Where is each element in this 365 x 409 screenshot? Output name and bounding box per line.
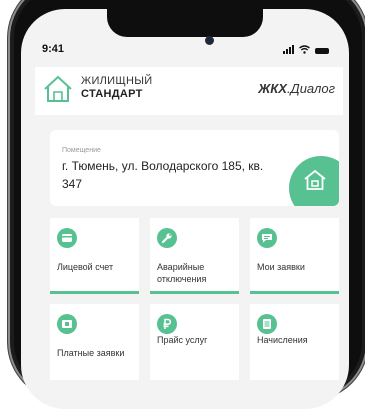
tile-indicator: [150, 291, 239, 294]
notch: [107, 9, 263, 37]
status-time: 9:41: [42, 43, 65, 55]
tile-my-requests[interactable]: Мои заявки: [250, 218, 339, 294]
address-card[interactable]: Помещение г. Тюмень, ул. Володарского 18…: [50, 130, 339, 206]
app-header: ЖИЛИЩНЫЙ СТАНДАРТ ЖКХ.Диалог: [35, 67, 343, 115]
card-icon: [57, 228, 77, 248]
app-name: ЖКХ.Диалог: [258, 81, 335, 96]
chat-icon: [257, 228, 277, 248]
wrench-icon: [157, 228, 177, 248]
app-name-rest: .Диалог: [286, 81, 335, 96]
tile-label: Мои заявки: [257, 262, 305, 272]
house-icon: [304, 169, 326, 190]
house-logo-icon: [44, 75, 72, 102]
tile-paid-requests[interactable]: Платные заявки: [50, 304, 139, 380]
house-button[interactable]: [289, 156, 339, 206]
brand-name-bottom: СТАНДАРТ: [81, 88, 143, 100]
tile-charges[interactable]: Начисления: [250, 304, 339, 380]
brand-name-top: ЖИЛИЩНЫЙ: [81, 75, 153, 87]
status-icons: [283, 45, 329, 54]
tile-label: Платные заявки: [57, 348, 125, 358]
camera-dot: [206, 37, 213, 44]
app-name-bold: ЖКХ: [258, 81, 287, 96]
wifi-icon: [299, 45, 310, 54]
tile-label: Прайс услуг: [157, 335, 208, 345]
tile-indicator: [50, 291, 139, 294]
tile-account[interactable]: Лицевой счет: [50, 218, 139, 294]
ruble-icon: [157, 314, 177, 334]
tile-label: Начисления: [257, 335, 308, 345]
tile-indicator: [250, 291, 339, 294]
signal-icon: [283, 45, 294, 54]
tile-outages[interactable]: Аварийные отключения: [150, 218, 239, 294]
address-text: г. Тюмень, ул. Володарского 185, кв. 347: [62, 159, 264, 191]
tile-price-list[interactable]: Прайс услуг: [150, 304, 239, 380]
list-icon: [257, 314, 277, 334]
address-label: Помещение: [62, 147, 101, 154]
paid-request-icon: [57, 314, 77, 334]
battery-icon: [315, 48, 329, 54]
tile-label: Лицевой счет: [57, 262, 114, 272]
tile-label: Аварийные отключения: [157, 262, 207, 284]
